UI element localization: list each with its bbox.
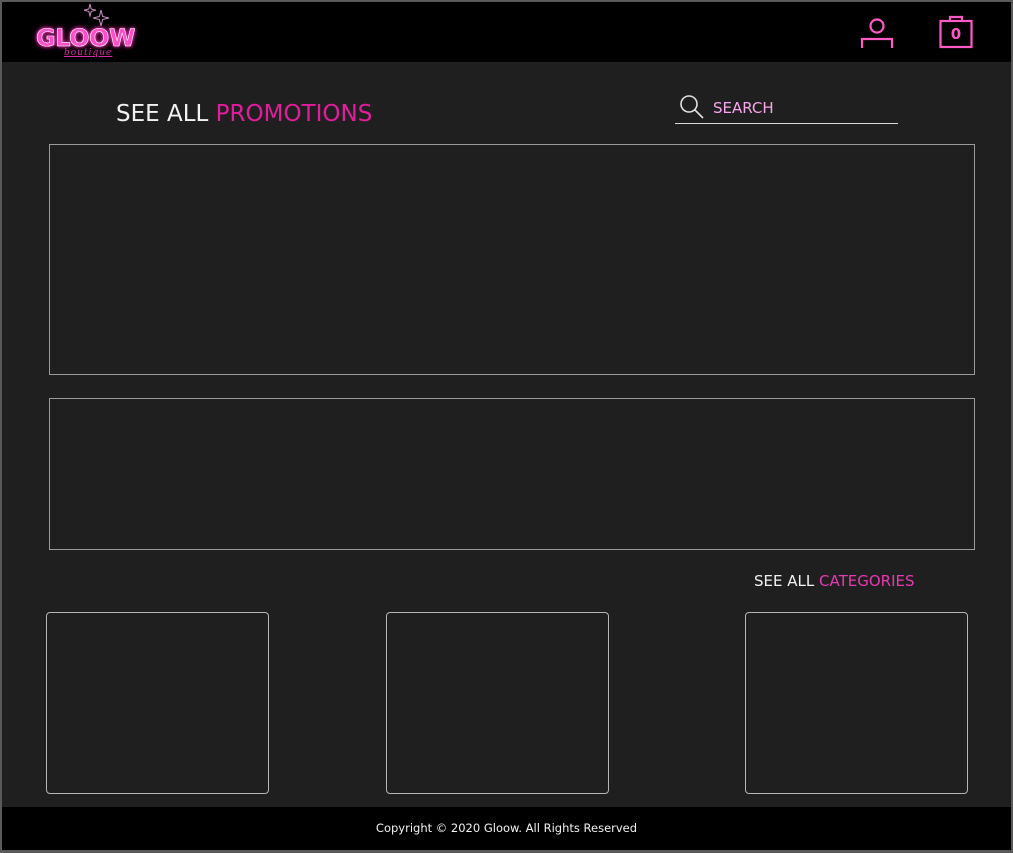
brand-logo[interactable]: GLOOW boutique xyxy=(36,2,136,62)
promotions-prefix: SEE ALL xyxy=(116,101,209,127)
categories-highlight: CATEGORIES xyxy=(819,572,915,590)
account-button[interactable] xyxy=(858,16,894,52)
search-bar[interactable] xyxy=(675,92,898,124)
brand-tagline: boutique xyxy=(64,48,113,58)
see-all-promotions-link[interactable]: SEE ALL PROMOTIONS xyxy=(116,101,372,127)
user-icon xyxy=(860,18,894,48)
promotions-highlight: PROMOTIONS xyxy=(215,101,373,127)
promotion-banner-large[interactable] xyxy=(49,144,975,375)
search-input[interactable] xyxy=(713,99,893,117)
promotion-banner-secondary[interactable] xyxy=(49,398,975,550)
cart-button[interactable]: 0 xyxy=(938,14,974,50)
app-frame: GLOOW boutique 0 SEE ALL PROMOTIONS SEAR… xyxy=(2,2,1011,850)
footer: Copyright © 2020 Gloow. All Rights Reser… xyxy=(2,807,1011,850)
top-bar: GLOOW boutique 0 xyxy=(2,2,1011,62)
see-all-categories-link[interactable]: SEE ALL CATEGORIES xyxy=(754,572,915,590)
categories-prefix: SEE ALL xyxy=(754,572,815,590)
category-card[interactable] xyxy=(46,612,269,794)
category-card[interactable] xyxy=(745,612,968,794)
search-icon xyxy=(680,95,704,119)
category-card[interactable] xyxy=(386,612,609,794)
copyright-text: Copyright © 2020 Gloow. All Rights Reser… xyxy=(375,821,638,835)
cart-count-badge: 0 xyxy=(950,25,962,43)
